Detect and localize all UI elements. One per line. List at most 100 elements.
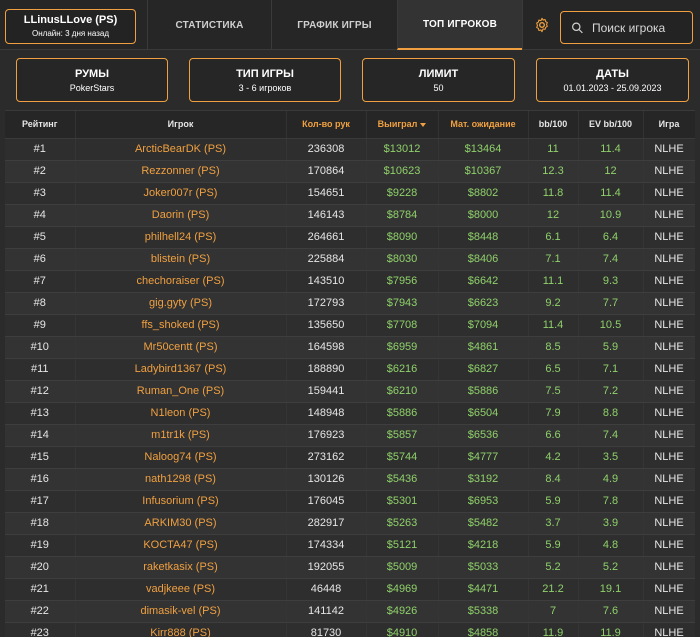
cell-rank: #22 (5, 600, 76, 623)
cell-player[interactable]: Ruman_One (PS) (75, 380, 287, 403)
col-header-evbb100[interactable]: EV bb/100 (578, 111, 644, 139)
filter-limit-title: ЛИМИТ (418, 68, 459, 80)
cell-hands: 141142 (286, 600, 367, 623)
table-row[interactable]: #19 KOCTA47 (PS) 174334 $5121 $4218 5.9 4.8 NLH… (5, 534, 695, 557)
cell-player[interactable]: philhell24 (PS) (75, 226, 287, 249)
cell-rank: #4 (5, 204, 76, 227)
filter-rooms[interactable]: РУМЫ PokerStars (16, 58, 168, 102)
cell-player[interactable]: ARKIM30 (PS) (75, 512, 287, 535)
table-row[interactable]: #14 m1tr1k (PS) 176923 $5857 $6536 6.6 7.4 NLHE (5, 424, 695, 447)
cell-player[interactable]: Naloog74 (PS) (75, 446, 287, 469)
cell-game: NLHE (643, 490, 695, 513)
cell-won: $5436 (366, 468, 439, 491)
cell-player[interactable]: nath1298 (PS) (75, 468, 287, 491)
cell-player[interactable]: KOCTA47 (PS) (75, 534, 287, 557)
cell-bb100: 21.2 (528, 578, 579, 601)
player-search[interactable] (560, 11, 693, 44)
cell-hands: 164598 (286, 336, 367, 359)
table-row[interactable]: #15 Naloog74 (PS) 273162 $5744 $4777 4.2 3.5 NL… (5, 446, 695, 469)
cell-ev: $6623 (438, 292, 529, 315)
search-input[interactable] (592, 20, 692, 35)
cell-evbb100: 7.4 (578, 424, 644, 447)
table-row[interactable]: #6 blistein (PS) 225884 $8030 $8406 7.1 7.4 NLH… (5, 248, 695, 271)
cell-evbb100: 10.5 (578, 314, 644, 337)
cell-player[interactable]: dimasik-vel (PS) (75, 600, 287, 623)
cell-hands: 170864 (286, 160, 367, 183)
cell-ev: $10367 (438, 160, 529, 183)
table-row[interactable]: #20 raketkasix (PS) 192055 $5009 $5033 5.2 5.2… (5, 556, 695, 579)
cell-won: $7943 (366, 292, 439, 315)
col-header-hands[interactable]: Кол-во рук (286, 111, 367, 139)
col-header-bb100[interactable]: bb/100 (528, 111, 579, 139)
cell-player[interactable]: Rezzonner (PS) (75, 160, 287, 183)
cell-ev: $3192 (438, 468, 529, 491)
col-header-game[interactable]: Игра (643, 111, 695, 139)
table-row[interactable]: #9 ffs_shoked (PS) 135650 $7708 $7094 11.4 10.… (5, 314, 695, 337)
col-header-rank[interactable]: Рейтинг (5, 111, 76, 139)
filter-game-type[interactable]: ТИП ИГРЫ 3 - 6 игроков (189, 58, 341, 102)
cell-won: $5009 (366, 556, 439, 579)
cell-player[interactable]: Infusorium (PS) (75, 490, 287, 513)
cell-player[interactable]: raketkasix (PS) (75, 556, 287, 579)
table-row[interactable]: #22 dimasik-vel (PS) 141142 $4926 $5338 7 7.6 N… (5, 600, 695, 623)
cell-ev: $4861 (438, 336, 529, 359)
table-row[interactable]: #11 Ladybird1367 (PS) 188890 $6216 $6827 6.5 7… (5, 358, 695, 381)
tab-statistics[interactable]: СТАТИСТИКА (147, 0, 271, 50)
col-header-ev[interactable]: Мат. ожидание (438, 111, 529, 139)
cell-player[interactable]: vadjkeee (PS) (75, 578, 287, 601)
cell-player[interactable]: ArcticBearDK (PS) (75, 138, 287, 161)
col-header-player[interactable]: Игрок (75, 111, 287, 139)
cell-rank: #6 (5, 248, 76, 271)
cell-game: NLHE (643, 226, 695, 249)
table-row[interactable]: #23 Kirr888 (PS) 81730 $4910 $4858 11.9 11.9 NL… (5, 622, 695, 637)
table-row[interactable]: #18 ARKIM30 (PS) 282917 $5263 $5482 3.7 3.9 NLH… (5, 512, 695, 535)
cell-rank: #17 (5, 490, 76, 513)
table-row[interactable]: #3 Joker007r (PS) 154651 $9228 $8802 11.8 11.4… (5, 182, 695, 205)
filter-limit[interactable]: ЛИМИТ 50 (362, 58, 515, 102)
table-row[interactable]: #10 Mr50centt (PS) 164598 $6959 $4861 8.5 5.9 N… (5, 336, 695, 359)
filter-rooms-value: PokerStars (69, 83, 115, 93)
table-row[interactable]: #5 philhell24 (PS) 264661 $8090 $8448 6.1 6.4 N… (5, 226, 695, 249)
profile-card[interactable]: LLinusLLove (PS) Онлайн: 3 дня назад (5, 9, 136, 44)
table-row[interactable]: #13 N1leon (PS) 148948 $5886 $6504 7.9 8.8 NLHE (5, 402, 695, 425)
cell-evbb100: 10.9 (578, 204, 644, 227)
table-row[interactable]: #17 Infusorium (PS) 176045 $5301 $6953 5.9 7.8… (5, 490, 695, 513)
cell-ev: $5886 (438, 380, 529, 403)
cell-player[interactable]: gig.gyty (PS) (75, 292, 287, 315)
cell-player[interactable]: Daorin (PS) (75, 204, 287, 227)
cell-player[interactable]: ffs_shoked (PS) (75, 314, 287, 337)
cell-evbb100: 4.9 (578, 468, 644, 491)
table-row[interactable]: #8 gig.gyty (PS) 172793 $7943 $6623 9.2 7.7 NLH… (5, 292, 695, 315)
cell-player[interactable]: N1leon (PS) (75, 402, 287, 425)
cell-ev: $6536 (438, 424, 529, 447)
settings-button[interactable] (522, 0, 560, 50)
cell-player[interactable]: Joker007r (PS) (75, 182, 287, 205)
cell-player[interactable]: blistein (PS) (75, 248, 287, 271)
table-row[interactable]: #21 vadjkeee (PS) 46448 $4969 $4471 21.2 19.1 N… (5, 578, 695, 601)
tab-top-players[interactable]: ТОП ИГРОКОВ (397, 0, 522, 50)
cell-player[interactable]: Kirr888 (PS) (75, 622, 287, 637)
table-row[interactable]: #16 nath1298 (PS) 130126 $5436 $3192 8.4 4.9 NL… (5, 468, 695, 491)
cell-hands: 188890 (286, 358, 367, 381)
cell-player[interactable]: Mr50centt (PS) (75, 336, 287, 359)
table-row[interactable]: #4 Daorin (PS) 146143 $8784 $8000 12 10.9 NLHE (5, 204, 695, 227)
cell-won: $4926 (366, 600, 439, 623)
table-row[interactable]: #7 chechoraiser (PS) 143510 $7956 $6642 11.1 9… (5, 270, 695, 293)
col-header-won[interactable]: Выиграл (366, 111, 439, 139)
filter-dates[interactable]: ДАТЫ 01.01.2023 - 25.09.2023 (536, 58, 689, 102)
table-row[interactable]: #12 Ruman_One (PS) 159441 $6210 $5886 7.5 7.2 N… (5, 380, 695, 403)
gear-icon (535, 17, 548, 33)
cell-player[interactable]: chechoraiser (PS) (75, 270, 287, 293)
filter-dates-value: 01.01.2023 - 25.09.2023 (563, 83, 662, 93)
cell-rank: #20 (5, 556, 76, 579)
cell-player[interactable]: m1tr1k (PS) (75, 424, 287, 447)
tab-game-graph[interactable]: ГРАФИК ИГРЫ (271, 0, 397, 50)
table-row[interactable]: #1 ArcticBearDK (PS) 236308 $13012 $13464 11 1… (5, 138, 695, 161)
cell-won: $5744 (366, 446, 439, 469)
cell-player[interactable]: Ladybird1367 (PS) (75, 358, 287, 381)
cell-ev: $8802 (438, 182, 529, 205)
cell-evbb100: 5.9 (578, 336, 644, 359)
cell-rank: #10 (5, 336, 76, 359)
cell-rank: #18 (5, 512, 76, 535)
table-row[interactable]: #2 Rezzonner (PS) 170864 $10623 $10367 12.3 12… (5, 160, 695, 183)
